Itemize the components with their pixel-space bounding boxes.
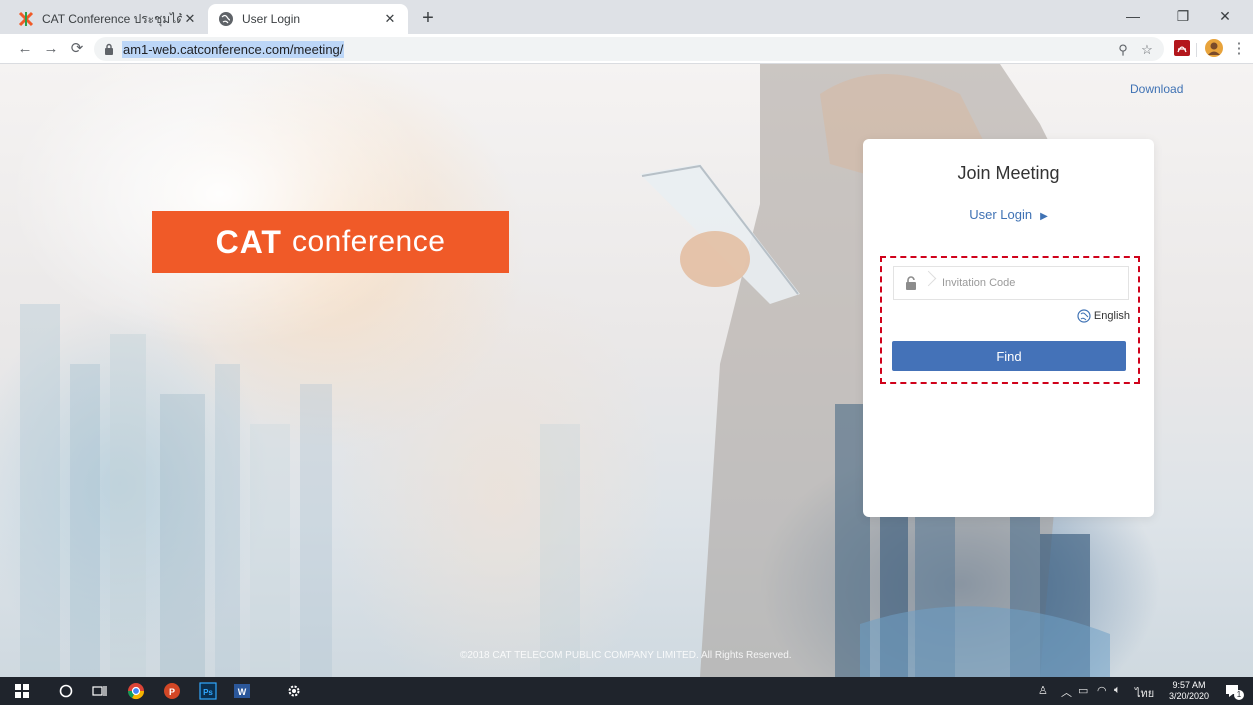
tab-close-icon[interactable]: ✕ — [182, 11, 198, 27]
notification-count: 1 — [1234, 690, 1244, 700]
globe-language-icon — [1077, 309, 1091, 323]
logo-conference-text: conference — [291, 225, 446, 258]
tab-title: User Login — [242, 12, 301, 26]
highlight-annotation-box: English Find — [880, 256, 1140, 384]
user-login-link[interactable]: User Login ▶ — [863, 207, 1154, 222]
tab-close-icon[interactable]: ✕ — [382, 11, 398, 27]
bookmark-star-icon[interactable]: ☆ — [1138, 41, 1156, 59]
cat-favicon-icon — [18, 11, 34, 27]
reload-icon[interactable]: ⟳ — [66, 38, 88, 60]
cat-conference-logo: CAT conference — [152, 211, 509, 273]
volume-icon[interactable]: 🔈︎ — [1114, 684, 1121, 697]
download-link[interactable]: Download — [1130, 82, 1183, 96]
copyright-text: ©2018 CAT TELECOM PUBLIC COMPANY LIMITED… — [460, 650, 792, 661]
tab-cat-conference[interactable]: CAT Conference ประชุมได้ไร้ขีดจำกัด ✕ — [8, 4, 208, 34]
settings-gear-icon[interactable] — [284, 681, 304, 701]
windows-taskbar: P Ps W ♙ ︿ ▭ ◠ 🔈︎ ไทย 9:57 AM 3/20/2020 … — [0, 677, 1253, 705]
browser-tab-bar: CAT Conference ประชุมได้ไร้ขีดจำกัด ✕ Us… — [0, 0, 1253, 34]
wifi-icon[interactable]: ◠ — [1097, 684, 1107, 697]
menu-kebab-icon[interactable]: ⋮ — [1228, 38, 1250, 60]
windows-start-icon[interactable] — [12, 681, 32, 701]
panel-title: Join Meeting — [957, 163, 1060, 183]
maximize-icon[interactable]: ❐ — [1163, 4, 1203, 28]
svg-text:W: W — [238, 687, 247, 697]
photoshop-app-icon[interactable]: Ps — [198, 681, 218, 701]
invitation-code-input[interactable] — [928, 277, 1118, 289]
tab-user-login[interactable]: User Login ✕ — [208, 4, 408, 34]
url-text[interactable]: am1-web.catconference.com/meeting/ — [122, 40, 345, 58]
secure-lock-icon — [105, 43, 113, 55]
battery-icon[interactable]: ▭ — [1078, 684, 1088, 697]
globe-icon — [219, 12, 233, 26]
user-login-label[interactable]: User Login — [969, 207, 1032, 222]
cortana-search-icon[interactable] — [56, 681, 76, 701]
invitation-code-field[interactable] — [893, 266, 1129, 300]
language-label[interactable]: English — [1094, 310, 1130, 322]
chrome-app-icon[interactable] — [126, 681, 146, 701]
svg-text:P: P — [169, 687, 175, 697]
clock-date: 3/20/2020 — [1168, 691, 1210, 701]
notification-center-icon[interactable]: 1 — [1220, 681, 1244, 701]
new-tab-button[interactable]: + — [416, 6, 440, 30]
word-app-icon[interactable]: W — [232, 681, 252, 701]
login-page: CAT conference Download Join Meeting Use… — [0, 64, 1253, 677]
play-arrow-icon: ▶ — [1040, 211, 1048, 222]
system-clock[interactable]: 9:57 AM 3/20/2020 — [1166, 680, 1212, 702]
language-selector[interactable]: English — [1077, 309, 1130, 323]
address-bar[interactable]: am1-web.catconference.com/meeting/ ⚲ ☆ — [94, 37, 1164, 61]
back-icon[interactable]: ← — [14, 38, 36, 60]
powerpoint-app-icon[interactable]: P — [162, 681, 182, 701]
browser-toolbar: ← → ⟳ am1-web.catconference.com/meeting/… — [0, 34, 1253, 64]
people-icon[interactable]: ♙ — [1038, 684, 1048, 697]
svg-text:Ps: Ps — [203, 688, 213, 697]
clock-time: 9:57 AM — [1172, 680, 1206, 690]
pdf-extension-icon[interactable] — [1174, 40, 1190, 56]
task-view-icon[interactable] — [90, 681, 110, 701]
window-close-icon[interactable]: ✕ — [1205, 4, 1245, 28]
forward-icon[interactable]: → — [40, 38, 62, 60]
minimize-icon[interactable]: — — [1113, 4, 1153, 28]
tab-title: CAT Conference ประชุมได้ไร้ขีดจำกัด — [42, 11, 182, 26]
zoom-icon[interactable]: ⚲ — [1114, 41, 1132, 59]
toolbar-divider — [1196, 43, 1197, 57]
find-button[interactable]: Find — [892, 341, 1126, 371]
join-meeting-panel: Join Meeting User Login ▶ English — [863, 139, 1154, 517]
logo-cat-text: CAT — [215, 223, 282, 260]
lock-icon — [894, 267, 928, 299]
profile-avatar[interactable] — [1205, 39, 1223, 57]
tray-expand-icon[interactable]: ︿ — [1061, 684, 1072, 700]
input-language[interactable]: ไทย — [1135, 684, 1154, 702]
